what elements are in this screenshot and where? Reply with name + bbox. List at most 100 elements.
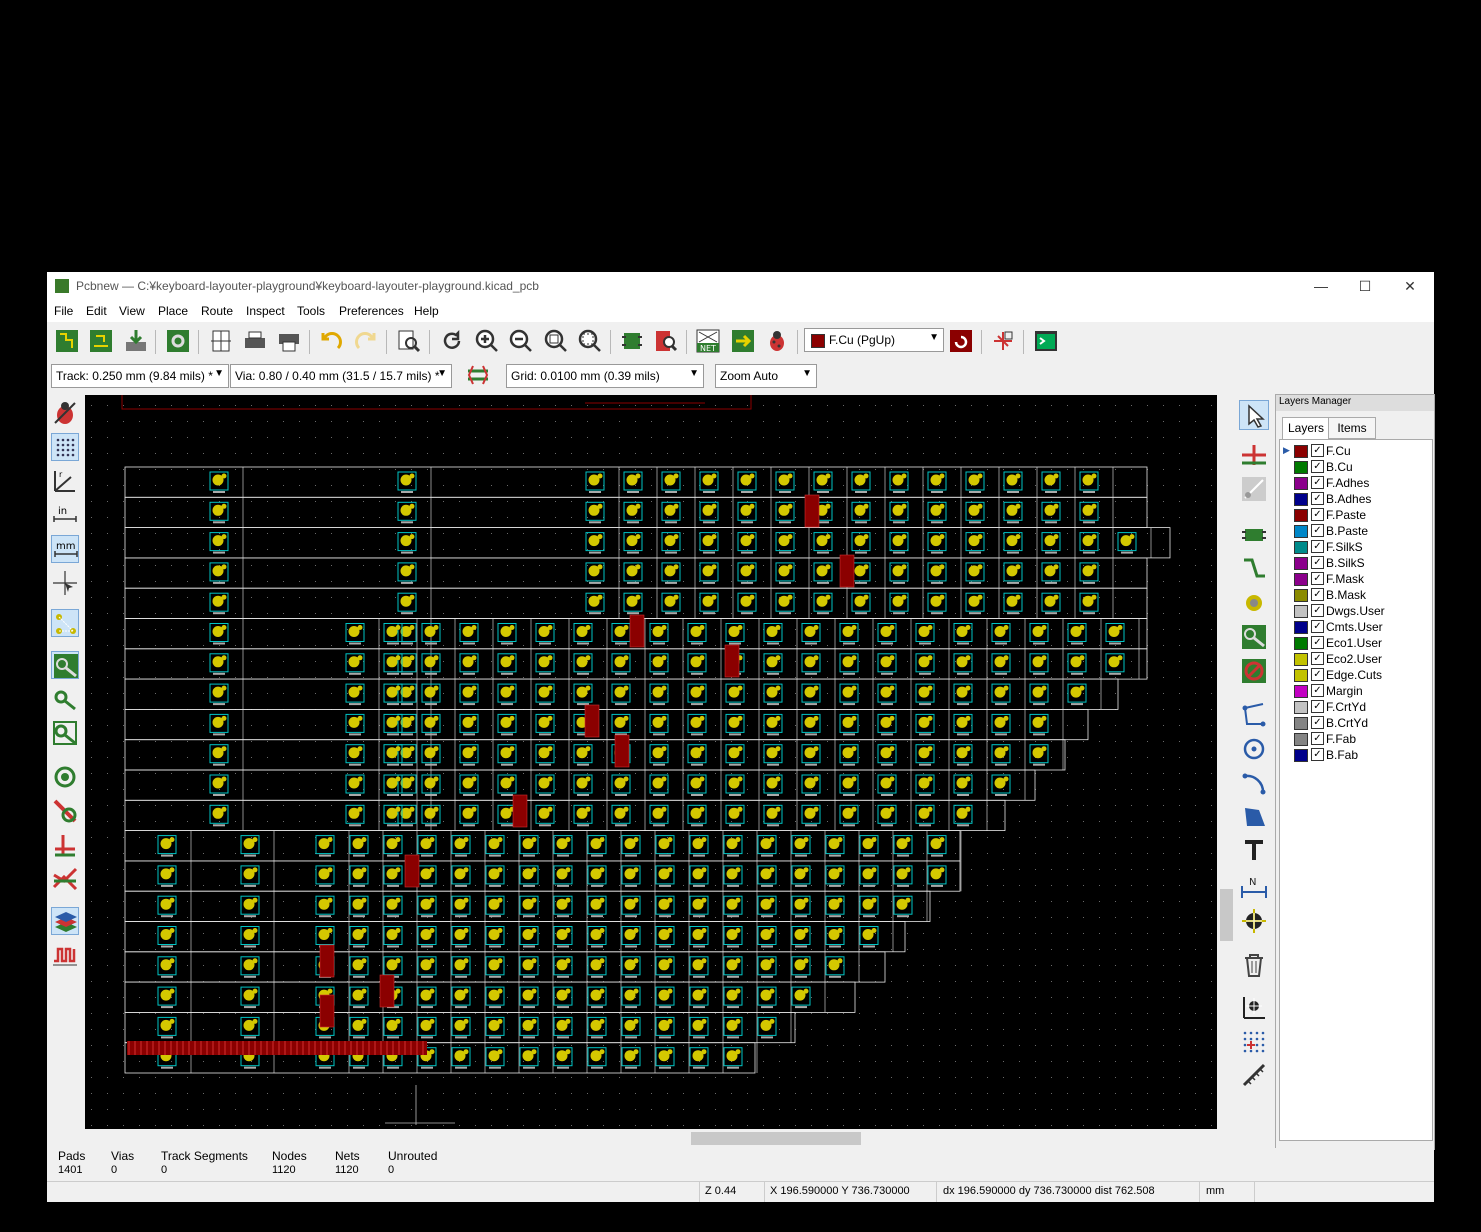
tab-layers[interactable]: Layers [1282, 417, 1330, 439]
footprint-viewer-icon[interactable] [653, 328, 679, 354]
print-icon[interactable] [242, 328, 268, 354]
layer-color-swatch[interactable] [1294, 605, 1308, 618]
menu-place[interactable]: Place [158, 304, 188, 318]
layer-row[interactable]: ✓ B.Cu [1280, 459, 1430, 475]
select-arrow-icon[interactable] [1239, 400, 1269, 430]
layer-color-swatch[interactable] [1294, 557, 1308, 570]
layer-color-swatch[interactable] [1294, 573, 1308, 586]
open-board-icon[interactable] [88, 328, 114, 354]
layer-visibility-checkbox[interactable]: ✓ [1311, 636, 1324, 649]
layer-color-swatch[interactable] [1294, 445, 1308, 458]
layer-color-swatch[interactable] [1294, 621, 1308, 634]
layer-visibility-checkbox[interactable]: ✓ [1311, 508, 1324, 521]
add-footprint-icon[interactable] [1239, 520, 1269, 550]
layer-color-swatch[interactable] [1294, 637, 1308, 650]
layer-pair-icon[interactable] [948, 328, 974, 354]
draw-line-icon[interactable] [1239, 700, 1269, 730]
highlight-net-tool-icon[interactable] [1239, 440, 1269, 470]
save-board-icon[interactable] [123, 328, 149, 354]
via-size-select[interactable]: Via: 0.80 / 0.40 mm (31.5 / 15.7 mils) *… [230, 364, 452, 388]
add-dimension-icon[interactable]: N [1239, 872, 1269, 902]
layer-color-swatch[interactable] [1294, 701, 1308, 714]
board-drawing[interactable] [85, 395, 1217, 1129]
grid-select[interactable]: Grid: 0.0100 mm (0.39 mils) ▼ [506, 364, 704, 388]
units-mm-icon[interactable]: mm [51, 535, 79, 563]
set-drill-origin-icon[interactable] [1239, 992, 1269, 1022]
highlight-net-icon[interactable] [990, 328, 1016, 354]
cursor-shape-icon[interactable] [51, 569, 79, 597]
add-keepout-icon[interactable] [1239, 656, 1269, 686]
layer-row[interactable]: ✓ B.Fab [1280, 747, 1430, 763]
layer-visibility-checkbox[interactable]: ✓ [1311, 684, 1324, 697]
layer-row[interactable]: ✓ Edge.Cuts [1280, 667, 1430, 683]
tab-items[interactable]: Items [1328, 417, 1376, 439]
layer-color-swatch[interactable] [1294, 461, 1308, 474]
microwave-tools-icon[interactable] [51, 941, 79, 969]
delete-trash-icon[interactable] [1239, 950, 1269, 980]
horizontal-scrollbar[interactable] [85, 1130, 1217, 1147]
layer-color-swatch[interactable] [1294, 541, 1308, 554]
layer-visibility-checkbox[interactable]: ✓ [1311, 492, 1324, 505]
horizontal-scroll-thumb[interactable] [691, 1132, 861, 1145]
zoom-in-icon[interactable] [474, 328, 500, 354]
layer-row[interactable]: ✓ F.SilkS [1280, 539, 1430, 555]
layer-color-swatch[interactable] [1294, 749, 1308, 762]
show-ratsnest-icon[interactable] [51, 609, 79, 637]
layers-manager-icon[interactable] [51, 907, 79, 935]
layer-row[interactable]: ✓ F.Mask [1280, 571, 1430, 587]
layer-visibility-checkbox[interactable]: ✓ [1311, 716, 1324, 729]
show-grid-icon[interactable] [51, 433, 79, 461]
layer-row[interactable]: ✓ F.Adhes [1280, 475, 1430, 491]
add-text-icon[interactable] [1239, 836, 1269, 866]
layer-color-swatch[interactable] [1294, 669, 1308, 682]
add-via-icon[interactable] [1239, 588, 1269, 618]
layer-row[interactable]: ✓ B.Paste [1280, 523, 1430, 539]
layer-visibility-checkbox[interactable]: ✓ [1311, 572, 1324, 585]
layer-visibility-checkbox[interactable]: ✓ [1311, 588, 1324, 601]
set-grid-origin-icon[interactable] [1239, 1026, 1269, 1056]
layer-row[interactable]: ✓ Eco2.User [1280, 651, 1430, 667]
pad-sketch-icon[interactable] [51, 763, 79, 791]
zone-display-icon[interactable] [51, 651, 79, 679]
auto-track-width-icon[interactable] [465, 362, 491, 388]
high-contrast-icon[interactable] [51, 865, 79, 893]
draw-circle-icon[interactable] [1239, 734, 1269, 764]
vertical-scroll-thumb[interactable] [1220, 889, 1233, 941]
layer-row[interactable]: ✓ Dwgs.User [1280, 603, 1430, 619]
vertical-scrollbar[interactable] [1218, 395, 1235, 1129]
plot-icon[interactable] [276, 328, 302, 354]
zoom-out-icon[interactable] [508, 328, 534, 354]
layer-color-swatch[interactable] [1294, 525, 1308, 538]
layer-color-swatch[interactable] [1294, 509, 1308, 522]
layer-visibility-checkbox[interactable]: ✓ [1311, 652, 1324, 665]
close-button[interactable]: ✕ [1387, 272, 1433, 300]
menu-route[interactable]: Route [201, 304, 233, 318]
zoom-fit-icon[interactable] [543, 328, 569, 354]
layer-row[interactable]: ✓ Cmts.User [1280, 619, 1430, 635]
layer-color-swatch[interactable] [1294, 493, 1308, 506]
menu-edit[interactable]: Edit [86, 304, 107, 318]
board-setup-icon[interactable] [165, 328, 191, 354]
layer-visibility-checkbox[interactable]: ✓ [1311, 732, 1324, 745]
menu-inspect[interactable]: Inspect [246, 304, 285, 318]
layer-row[interactable]: ✓ B.SilkS [1280, 555, 1430, 571]
menu-tools[interactable]: Tools [297, 304, 325, 318]
menu-preferences[interactable]: Preferences [339, 304, 404, 318]
add-zone-icon[interactable] [1239, 622, 1269, 652]
layer-color-swatch[interactable] [1294, 589, 1308, 602]
layer-visibility-checkbox[interactable]: ✓ [1311, 540, 1324, 553]
layer-visibility-checkbox[interactable]: ✓ [1311, 604, 1324, 617]
menu-help[interactable]: Help [414, 304, 439, 318]
layer-visibility-checkbox[interactable]: ✓ [1311, 668, 1324, 681]
layer-visibility-checkbox[interactable]: ✓ [1311, 476, 1324, 489]
layer-visibility-checkbox[interactable]: ✓ [1311, 700, 1324, 713]
zone-outline-icon[interactable] [51, 685, 79, 713]
menu-view[interactable]: View [119, 304, 145, 318]
layer-visibility-checkbox[interactable]: ✓ [1311, 524, 1324, 537]
polar-coords-icon[interactable]: r [51, 467, 79, 495]
footprint-editor-icon[interactable] [619, 328, 645, 354]
layer-color-swatch[interactable] [1294, 653, 1308, 666]
layer-row[interactable]: ✓ Eco1.User [1280, 635, 1430, 651]
zoom-selection-icon[interactable] [577, 328, 603, 354]
drc-bug-icon[interactable] [764, 328, 790, 354]
